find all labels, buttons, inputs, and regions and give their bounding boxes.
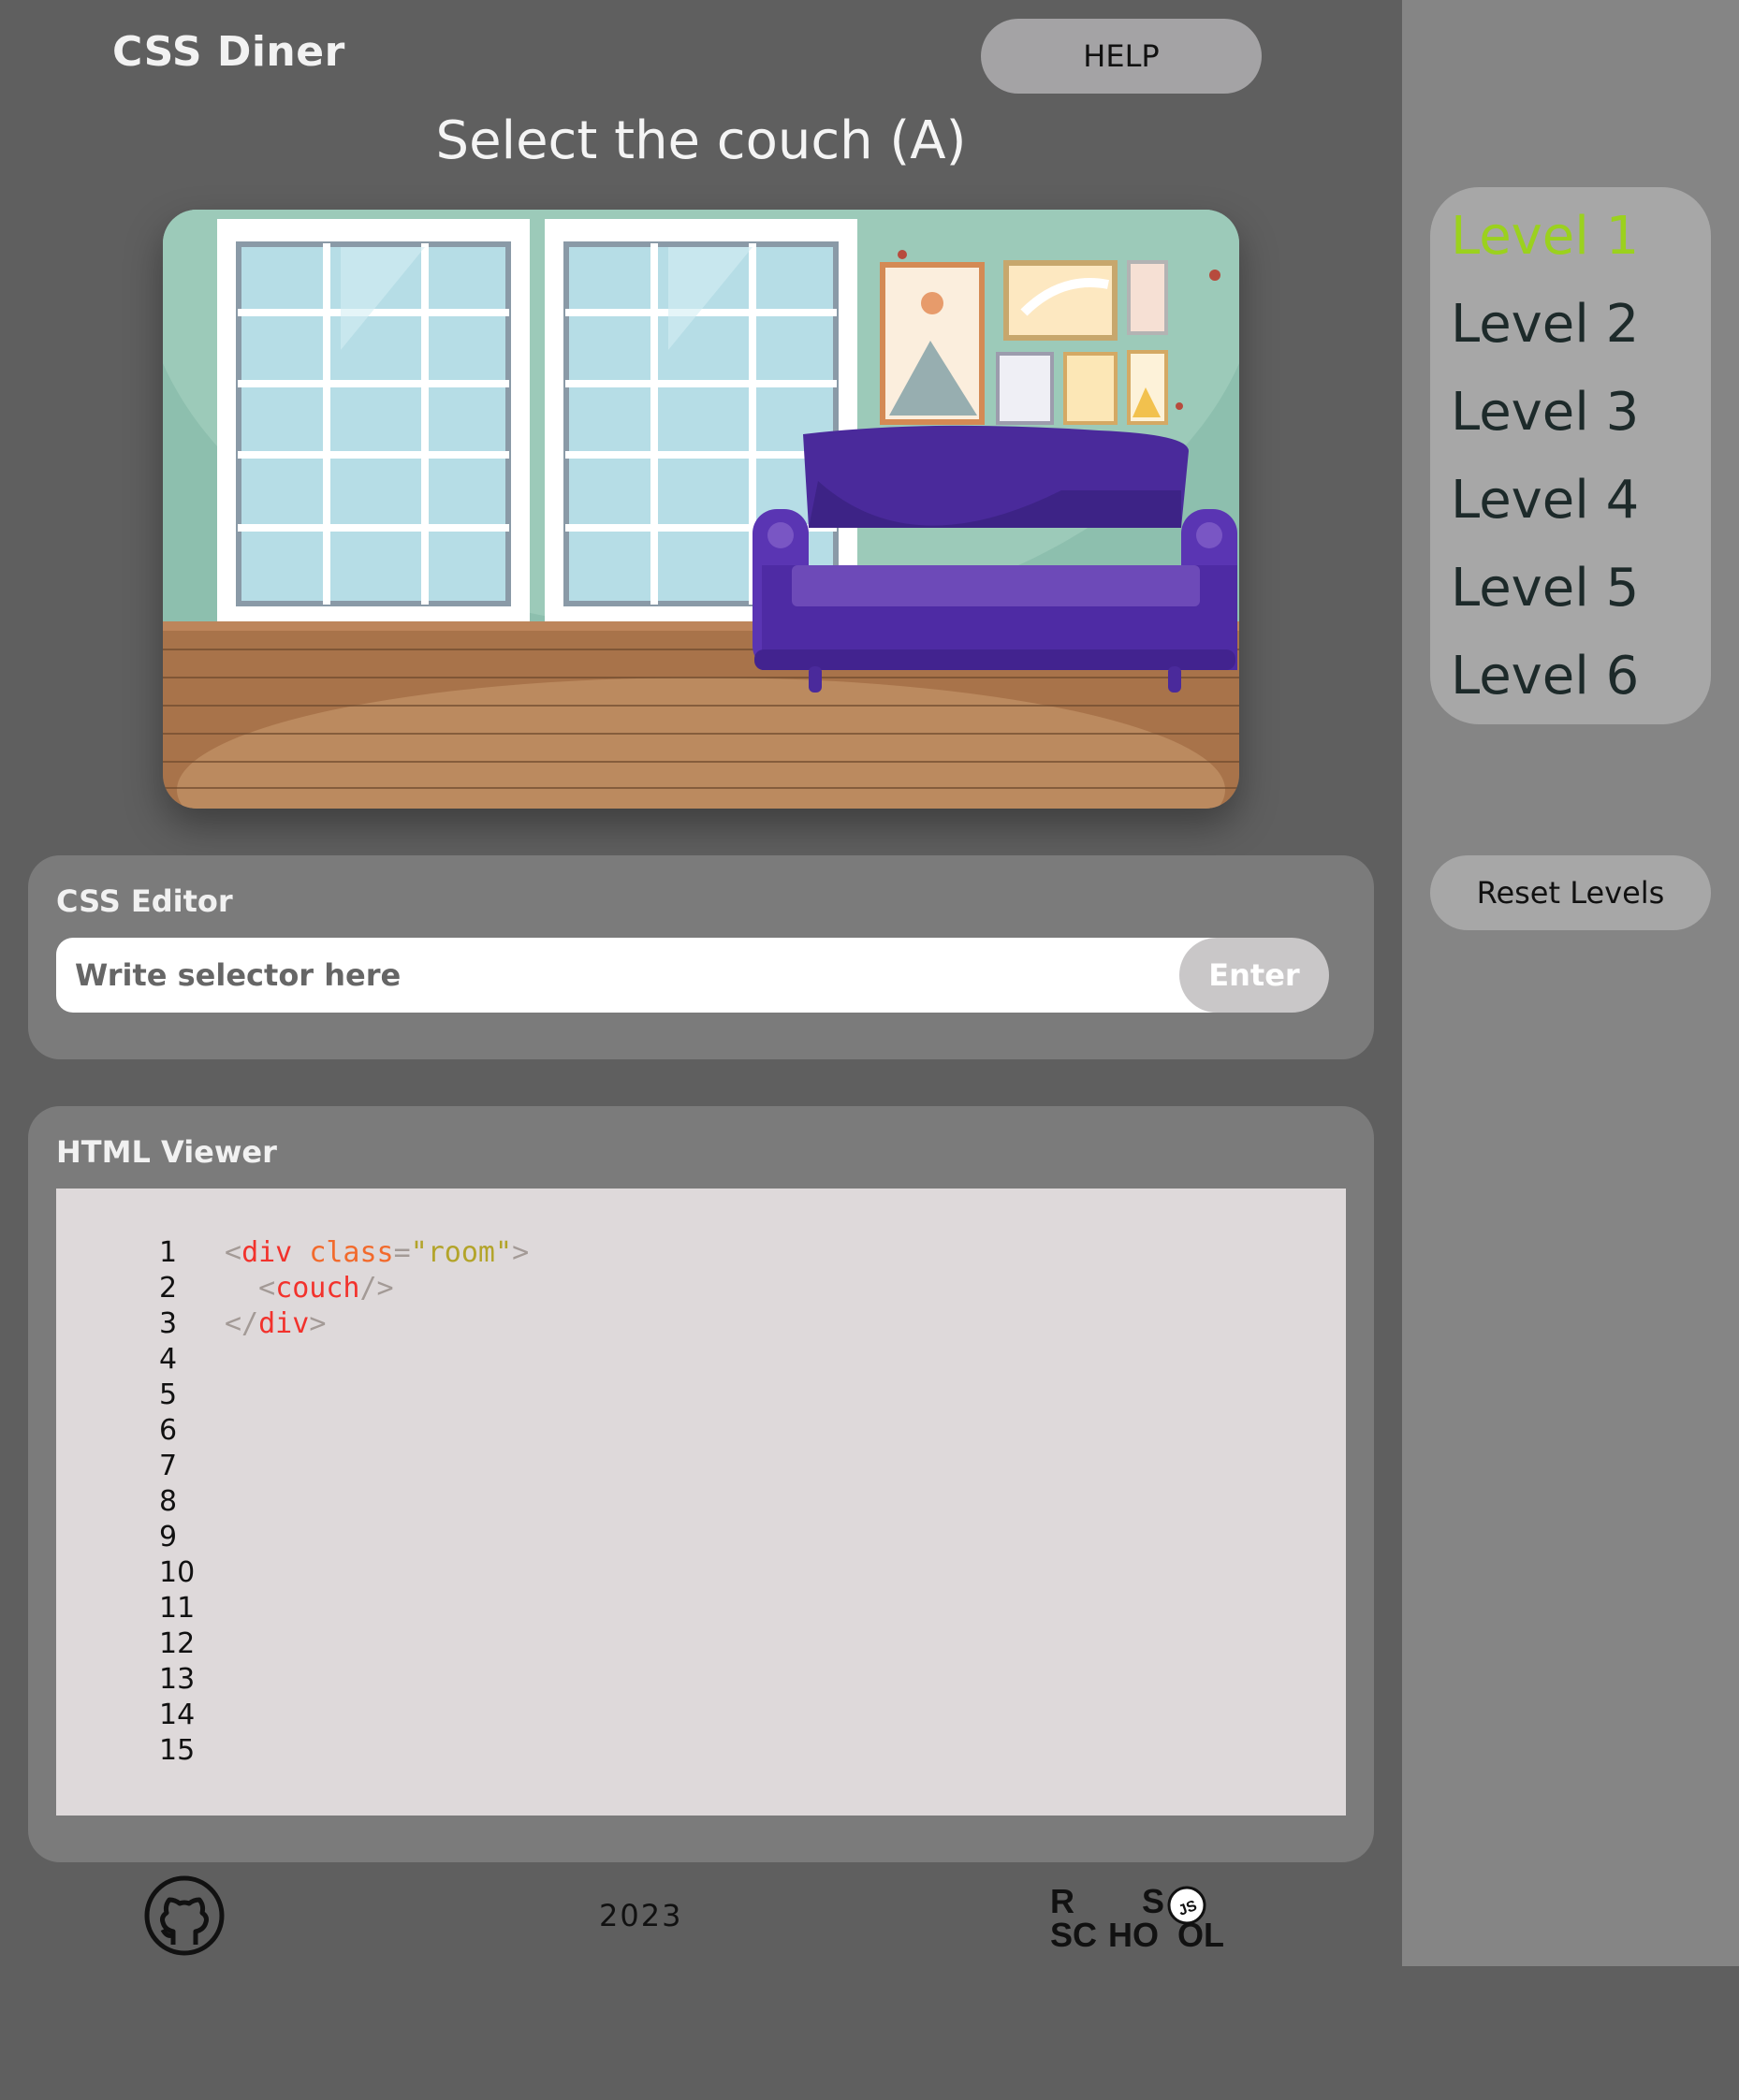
line-number: 4 [159,1343,178,1376]
github-icon[interactable] [144,1875,225,1956]
rs-school-logo[interactable]: R S SC HO OL JS [1050,1881,1237,1954]
code-line: 15 [56,1733,1346,1769]
task-title: Select the couch (A) [435,110,967,171]
code-line: 9 [56,1520,1346,1555]
svg-text:S: S [1142,1882,1164,1920]
line-number: 15 [159,1734,196,1767]
room-scene [163,210,1239,809]
code-line: 1 <div class="room"> [56,1235,1346,1271]
code-token-open: < [225,1236,242,1269]
main-area: CSS Diner HELP Select the couch (A) CSS … [0,0,1402,2100]
svg-text:HO: HO [1108,1916,1159,1952]
code-text[interactable]: <couch/> [225,1271,394,1306]
line-number: 11 [159,1592,196,1625]
line-number: 10 [159,1556,196,1589]
line-number: 6 [159,1414,178,1447]
code-line: 7 [56,1449,1346,1484]
code-line: 6 [56,1413,1346,1449]
level-item-6[interactable]: Level 6 [1451,646,1639,707]
html-viewer-label: HTML Viewer [56,1134,277,1170]
level-item-5[interactable]: Level 5 [1451,558,1639,619]
reset-levels-button[interactable]: Reset Levels [1430,855,1711,930]
enter-button[interactable]: Enter [1179,938,1329,1013]
code-text[interactable]: <div class="room"> [225,1235,529,1271]
line-number: 8 [159,1485,178,1518]
code-token-tag: div [258,1307,310,1340]
line-number: 5 [159,1378,178,1411]
code-token-str: "room" [410,1236,513,1269]
line-number: 9 [159,1521,178,1553]
code-line: 2 <couch/> [56,1271,1346,1306]
level-item-3[interactable]: Level 3 [1451,382,1639,443]
code-token-close: > [512,1236,530,1269]
code-area: 1 <div class="room"> 2 <couch/> 3 </div> 4 5 6 7… [56,1189,1346,1816]
line-number: 3 [159,1307,178,1340]
level-item-4[interactable]: Level 4 [1451,470,1639,531]
code-line: 13 [56,1662,1346,1698]
help-button[interactable]: HELP [981,19,1262,94]
code-token-indent [225,1272,258,1305]
code-line: 10 [56,1555,1346,1591]
code-token-eq: = [393,1236,411,1269]
editor-row: Enter [56,938,1329,1013]
line-number: 14 [159,1699,196,1731]
level-item-1[interactable]: Level 1 [1451,206,1639,267]
code-line: 3 </div> [56,1306,1346,1342]
code-line: 14 [56,1698,1346,1733]
selector-input[interactable] [56,938,1273,1013]
window-right [545,219,857,621]
code-line: 5 [56,1378,1346,1413]
css-editor-label: CSS Editor [56,883,233,919]
line-number: 1 [159,1236,178,1269]
css-editor-panel: CSS Editor Enter [28,855,1374,1059]
line-number: 13 [159,1663,196,1696]
window-left [217,219,530,621]
footer-year: 2023 [599,1898,683,1933]
level-item-2[interactable]: Level 2 [1451,294,1639,355]
code-line: 8 [56,1484,1346,1520]
code-token-open: </ [225,1307,259,1340]
code-token-tag: div [241,1236,293,1269]
code-token-open: < [258,1272,276,1305]
code-text[interactable]: </div> [225,1306,326,1342]
code-token-tag: couch [275,1272,360,1305]
line-number: 12 [159,1627,196,1660]
code-lines: 1 <div class="room"> 2 <couch/> 3 </div> 4 5 6 7… [56,1235,1346,1769]
svg-text:R: R [1050,1882,1074,1920]
sidebar: Level 1 Level 2 Level 3 Level 4 Level 5 … [1402,0,1739,1966]
code-line: 11 [56,1591,1346,1626]
code-token-attr: class [309,1236,394,1269]
levels-list: Level 1 Level 2 Level 3 Level 4 Level 5 … [1430,187,1711,724]
code-token-close: > [309,1307,327,1340]
html-viewer-panel: HTML Viewer 1 <div class="room"> 2 <couch/… [28,1106,1374,1862]
room-illustration [163,210,1239,809]
svg-text:SC: SC [1050,1916,1097,1952]
app-title: CSS Diner [112,28,345,76]
line-number: 2 [159,1272,178,1305]
code-line: 4 [56,1342,1346,1378]
code-line: 12 [56,1626,1346,1662]
code-token-close: /> [359,1272,394,1305]
line-number: 7 [159,1450,178,1482]
